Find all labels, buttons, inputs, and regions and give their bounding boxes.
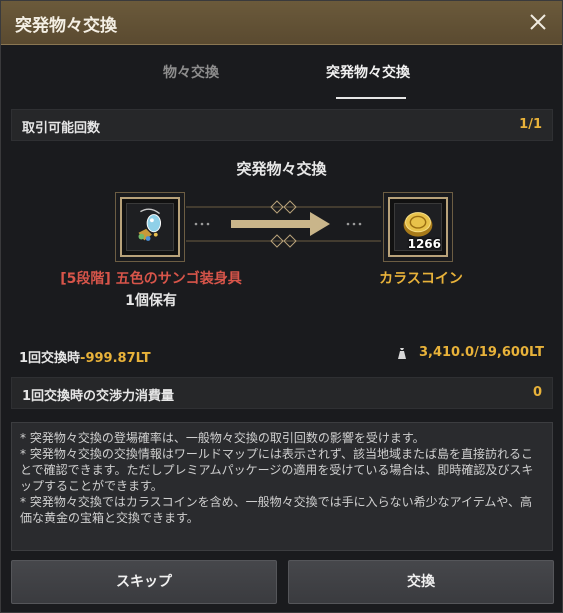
window-title: 突発物々交換: [15, 16, 117, 36]
note-item: * 突発物々交換の交換情報はワールドマップには表示されず、該当地域またば島を直接…: [20, 447, 534, 493]
per-trade-weight: 1回交換時-999.87LT: [19, 347, 151, 366]
titlebar: 突発物々交換: [1, 1, 562, 45]
receive-item-slot[interactable]: 1266: [388, 197, 448, 257]
contribution-label: 1回交換時の交渉力消費量: [22, 389, 175, 404]
weight-change-value: -999.87LT: [80, 351, 151, 366]
barter-window: 突発物々交換 物々交換 突発物々交換 取引可能回数 1/1 突発物々交換 126…: [0, 0, 563, 613]
trade-count-value: 1/1: [519, 117, 542, 132]
per-trade-label: 1回交換時: [19, 351, 81, 366]
give-item-name: [5段階] 五色のサンゴ装身具: [60, 271, 242, 287]
note-item: * 突発物々交換ではカラスコインを含め、一般物々交換では手に入らない希少なアイテ…: [20, 495, 533, 525]
trade-count-row: 取引可能回数 1/1: [11, 109, 553, 141]
coral-necklace-icon: [126, 203, 174, 251]
skip-button[interactable]: スキップ: [11, 560, 277, 604]
note-item: * 突発物々交換の登場確率は、一般物々交換の取引回数の影響を受けます。: [20, 431, 425, 445]
receive-item-name: カラスコイン: [379, 271, 463, 287]
give-item-slot[interactable]: [120, 197, 180, 257]
receive-item-count: 1266: [407, 237, 441, 251]
tab-barter[interactable]: 物々交換: [163, 62, 219, 82]
exchange-button[interactable]: 交換: [288, 560, 554, 604]
tab-sudden-barter[interactable]: 突発物々交換: [326, 62, 410, 82]
exchange-arrow: [186, 200, 381, 248]
weight-capacity-value: 3,410.0/19,600LT: [418, 345, 544, 360]
give-item-owned: 1個保有: [125, 293, 177, 309]
close-icon[interactable]: [526, 10, 550, 34]
weight-capacity: 3,410.0/19,600LT: [395, 345, 544, 360]
contribution-row: 1回交換時の交渉力消費量 0: [11, 377, 553, 409]
active-tab-indicator: [336, 97, 406, 99]
contribution-value: 0: [532, 385, 542, 400]
weight-bag-icon: [397, 347, 406, 359]
tab-bar: 物々交換 突発物々交換: [1, 45, 562, 99]
notes-box: * 突発物々交換の登場確率は、一般物々交換の取引回数の影響を受けます。 * 突発…: [11, 422, 553, 551]
trade-count-label: 取引可能回数: [22, 121, 101, 136]
exchange-title: 突発物々交換: [236, 160, 327, 178]
